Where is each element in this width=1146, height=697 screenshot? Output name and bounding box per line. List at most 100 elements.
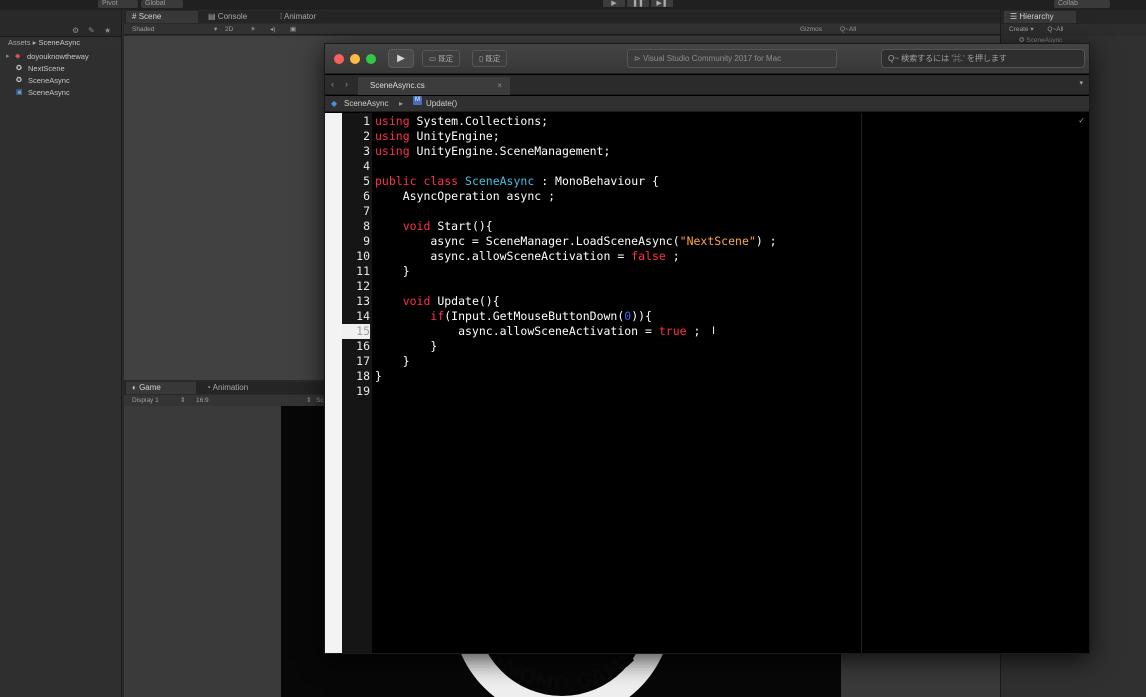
global-toggle[interactable]: Global [141,0,183,8]
unity-scene-icon: ✪ [16,65,22,72]
code-token: ; [665,249,680,263]
audio-icon[interactable]: ◂) [270,24,275,35]
device-dropdown[interactable]: ▯ 既定 [472,50,508,67]
gizmos-dropdown[interactable]: Gizmos [800,24,822,35]
chevron-right-icon: ▸ [399,99,404,108]
line-number: 9 [363,234,370,248]
asset-label: SceneAsync [28,75,70,85]
filter-icon[interactable]: ⚙ [72,26,79,35]
line-number: 6 [363,189,370,203]
hierarchy-toolbar: Create ▾ Q~All [1001,24,1146,36]
tab-label: Console [217,12,248,21]
search-input[interactable]: Q~ 検索するには '⌘.' を押します [881,49,1085,68]
code-line: using UnityEngine; [375,129,500,144]
code-token: } [375,339,438,353]
tab-label: Game [139,383,161,392]
code-line: void Start(){ [375,219,493,234]
code-line: } [375,339,437,354]
grid-icon: # [132,12,137,21]
line-number: 5 [363,174,370,188]
line-number: 7 [363,204,370,218]
close-window-button[interactable] [334,54,344,64]
back-icon[interactable]: ‹ [331,79,334,89]
effects-icon[interactable]: ▣ [290,24,296,35]
breadcrumb-current[interactable]: SceneAsync [38,38,80,47]
project-toolbar: ⚙ ✎ ★ [0,10,121,37]
breadcrumb-class[interactable]: SceneAsync [344,96,388,112]
chevron-right-icon[interactable]: ▸ [6,52,12,60]
tab-animator[interactable]: ⁞ Animator [274,11,322,23]
collab-button[interactable]: Collab [1054,0,1110,8]
code-editor[interactable]: 1 2 3 4 5 6 7 8 9 10 11 12 13 14 15 16 1… [325,113,1089,653]
line-number: 4 [363,159,370,173]
line-number: 2 [363,129,370,143]
chevron-down-icon[interactable]: ▾ [1079,79,1083,87]
code-token: AsyncOperation async ; [375,189,556,203]
tab-game[interactable]: ◐ Game [126,382,196,394]
keyword: true [658,324,687,338]
pause-icon[interactable]: ❚❚ [627,0,649,7]
list-item[interactable]: ▸ ◆ doyouknowtheway [0,50,121,62]
search-placeholder: All [1056,26,1064,33]
visual-studio-window: ▶ ▭ 既定 ▯ 既定 ⊳ Visual Studio Community 20… [324,43,1090,654]
close-icon[interactable]: × [497,77,502,95]
status-bar: ⊳ Visual Studio Community 2017 for Mac [627,49,837,68]
code-token: ) ; [755,234,777,248]
shading-dropdown[interactable]: Shaded [132,24,154,35]
scene-search[interactable]: Q~ All [840,24,856,35]
search-icon: Q~ [888,54,899,63]
configuration-icon: ▭ [429,54,437,63]
hierarchy-search[interactable]: Q~All [1047,26,1063,33]
line-number: 11 [356,264,370,278]
keyword: using [375,144,410,158]
maximize-window-button[interactable] [366,54,376,64]
document-tab-bar: ‹ › SceneAsync.cs × ▾ [325,75,1089,95]
device-label: 既定 [485,54,501,63]
code-token: )){ [631,309,652,323]
run-button[interactable]: ▶ [388,49,414,68]
code-token: } [375,369,382,383]
breadcrumb-root[interactable]: Assets [8,38,31,47]
class-icon: ◆ [331,99,338,108]
star-icon[interactable]: ★ [104,26,111,35]
breadcrumb-method[interactable]: Update() [426,96,457,112]
status-text: Visual Studio Community 2017 for Mac [642,54,782,63]
csharp-script-icon: ▣ [16,89,23,96]
play-icon[interactable]: ▶ [603,0,625,7]
tab-scene[interactable]: # Scene [126,11,198,23]
line-number: 19 [356,384,370,398]
animation-icon: ◔ [206,383,211,392]
tab-sceneasync-cs[interactable]: SceneAsync.cs × [358,77,510,95]
line-number: 17 [356,354,370,368]
pivot-toggle[interactable]: Pivot [98,0,138,8]
configuration-dropdown[interactable]: ▭ 既定 [422,50,461,67]
step-icon[interactable]: ▶❚ [651,0,673,7]
forward-icon[interactable]: › [345,79,348,89]
tab-console[interactable]: ▤ Console [202,11,253,23]
tab-animation[interactable]: ◔ Animation [200,382,254,394]
label-icon[interactable]: ✎ [88,26,95,35]
line-number: 1 [363,114,370,128]
list-item[interactable]: ✪ NextScene [0,62,121,74]
line-number: 13 [356,294,370,308]
string-literal: "NextScene" [679,234,756,248]
code-token: UnityEngine.SceneManagement; [409,144,611,158]
display-dropdown[interactable]: Display 1 [132,395,159,406]
2d-toggle[interactable]: 2D [225,24,233,35]
minimize-window-button[interactable] [350,54,360,64]
code-token: } [375,354,410,368]
scene-toolbar: Shaded ▾ 2D ☀ ◂) ▣ Gizmos Q~ All [124,24,1000,35]
aspect-dropdown[interactable]: 16:9 [196,395,209,406]
chevron-down-icon: ⇕ [306,397,312,404]
create-dropdown[interactable]: Create [1009,26,1029,33]
visual-studio-icon: ⊳ [634,54,641,63]
list-item[interactable]: ▣ SceneAsync [0,86,121,98]
list-item[interactable]: ✪ SceneAsync [0,74,121,86]
chevron-down-icon: ▾ [214,26,218,33]
light-icon[interactable]: ☀ [250,24,256,35]
play-icon: ▶ [397,53,405,64]
tab-hierarchy[interactable]: ☰ Hierarchy [1004,11,1076,23]
